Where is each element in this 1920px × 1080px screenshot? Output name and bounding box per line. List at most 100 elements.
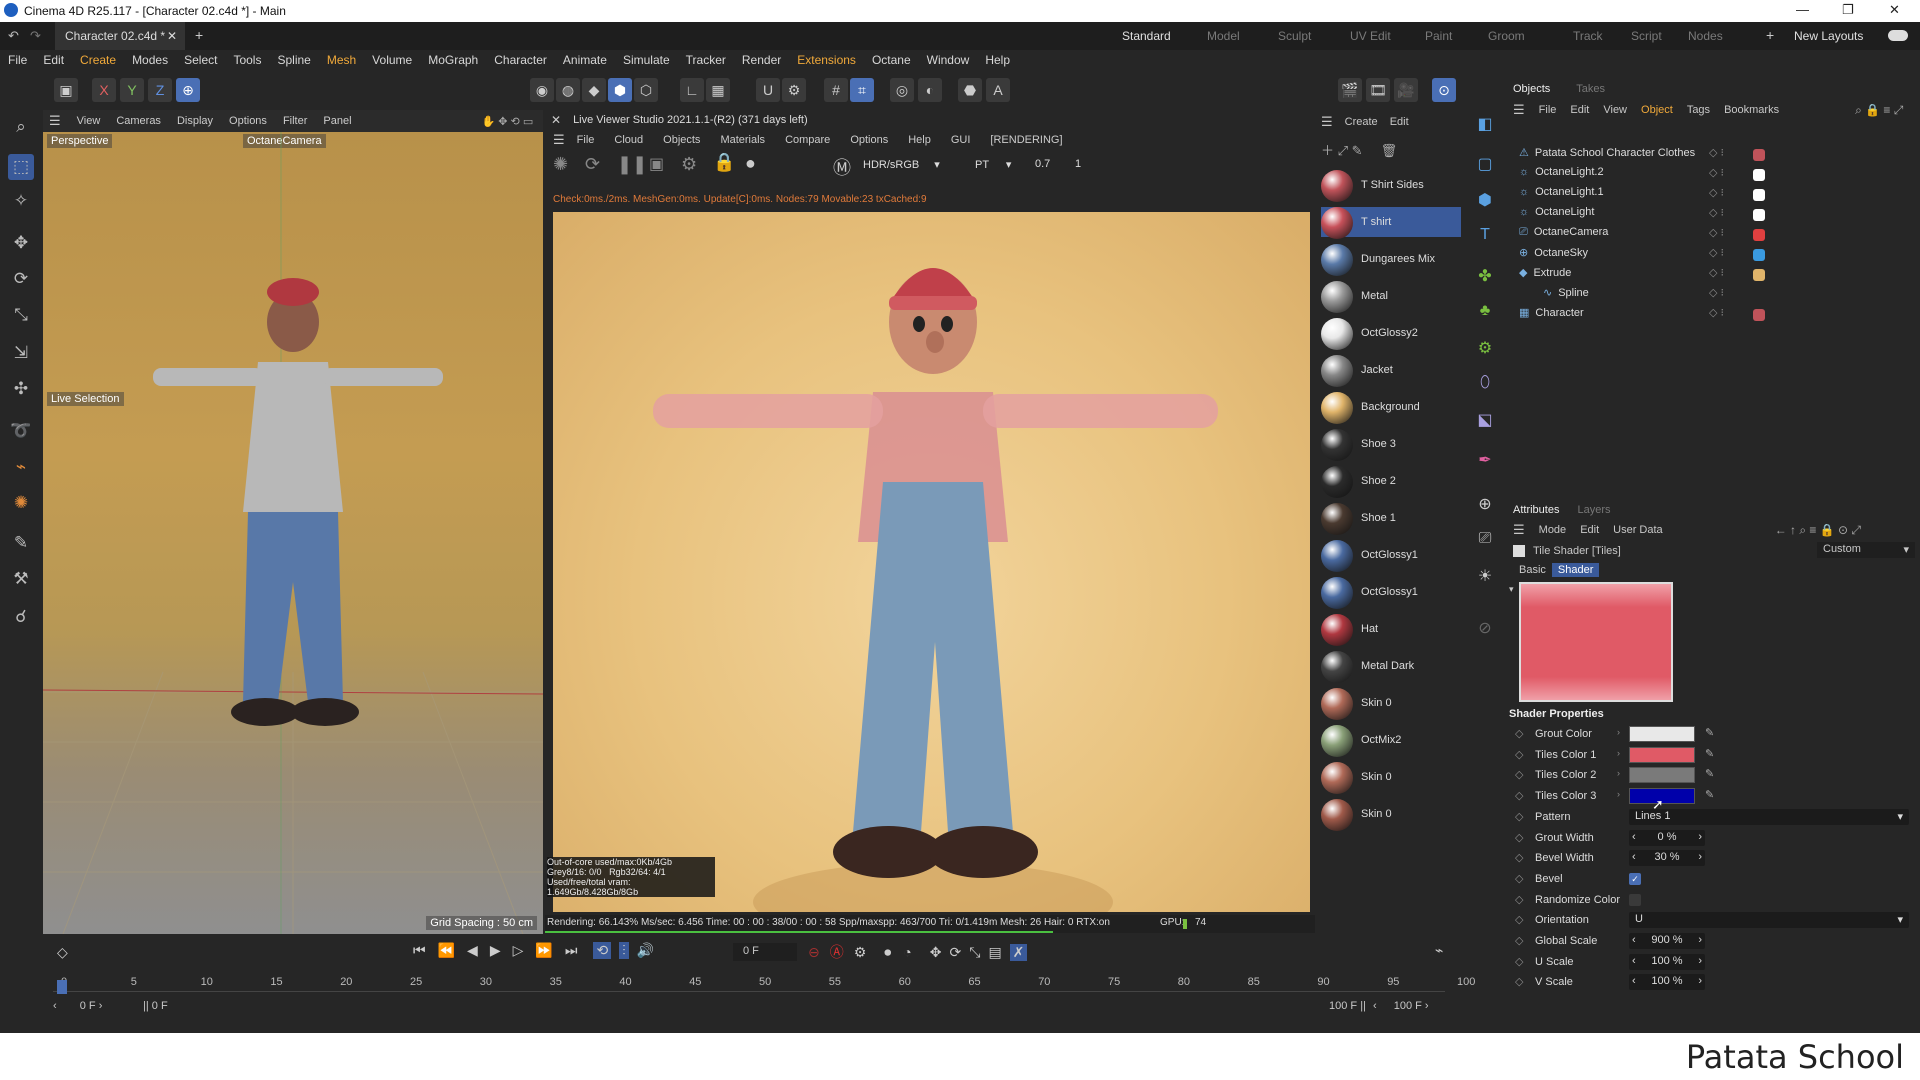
environment-icon[interactable]: ⊕ (1473, 494, 1497, 518)
scale-icon[interactable]: ⤡ (8, 302, 34, 328)
visibility-dots-icon[interactable]: ◇ ⁝ (1709, 286, 1724, 299)
texture-mode-icon[interactable]: ▦ (706, 78, 730, 102)
tab-layers[interactable]: Layers (1577, 504, 1610, 516)
layout-tab-sculpt[interactable]: Sculpt (1278, 29, 1311, 43)
visibility-dots-icon[interactable]: ◇ ⁝ (1709, 206, 1724, 219)
light-icon[interactable]: ☀ (1473, 566, 1497, 590)
object-menu-object[interactable]: Object (1641, 104, 1673, 116)
workplane-icon[interactable]: # (824, 78, 848, 102)
exposure-field[interactable]: 0.7 (1035, 158, 1050, 170)
render-view-icon[interactable]: 🎬 (1338, 78, 1362, 102)
object-tag[interactable] (1753, 249, 1765, 261)
object-row[interactable]: ▦ Character ◇ ⁝ (1519, 306, 1915, 326)
magnet-icon[interactable]: ⌁ (8, 454, 34, 480)
live-selection-icon[interactable]: ⬚ (8, 154, 34, 180)
prev-frame-icon[interactable]: ◀ (467, 942, 478, 959)
color-swatch[interactable] (1629, 767, 1695, 784)
object-menu-file[interactable]: File (1539, 104, 1557, 116)
material-item[interactable]: Shoe 2 (1321, 466, 1461, 498)
material-menu-create[interactable]: Create (1345, 116, 1378, 128)
layout-tab-model[interactable]: Model (1207, 29, 1240, 43)
paint-icon[interactable]: ✺ (8, 490, 34, 516)
record-icon[interactable]: ⊖ (808, 944, 820, 961)
next-frame-icon[interactable]: ▷ (513, 942, 524, 959)
collapse-icon[interactable]: ▾ (1509, 584, 1514, 595)
property-number-field[interactable]: ‹ 100 % › (1629, 953, 1705, 970)
menu-file[interactable]: File (8, 53, 27, 67)
cloner-icon[interactable]: ♣ (1473, 302, 1497, 326)
object-menu-icon[interactable]: ☰ (1513, 102, 1525, 118)
object-row[interactable]: ⚠ Patata School Character Clothes ◇ ⁝ (1519, 146, 1915, 166)
param-icon-4[interactable]: ▤ (988, 944, 1001, 961)
close-icon[interactable]: ✕ (1889, 2, 1900, 18)
keyframe-icon[interactable]: ◇ (57, 944, 68, 961)
object-search-icons[interactable]: ⌕ 🔒 ≡ ⤢ (1855, 103, 1903, 118)
octane-render-image[interactable] (553, 212, 1310, 912)
octane-menu-icon[interactable]: ☰ (553, 132, 565, 148)
rotate-icon[interactable]: ⟳ (8, 266, 34, 292)
undo-icon[interactable]: ↶ (8, 28, 19, 44)
menu-volume[interactable]: Volume (372, 53, 412, 67)
viewport-menu-cameras[interactable]: Cameras (116, 115, 161, 127)
menu-create[interactable]: Create (80, 53, 116, 67)
param-icon-3[interactable]: ⤡ (969, 944, 980, 961)
object-menu-tags[interactable]: Tags (1687, 104, 1710, 116)
grid-snap-icon[interactable]: ⌗ (850, 78, 874, 102)
fields-icon[interactable]: ⬕ (1473, 410, 1497, 434)
symmetry-icon[interactable]: ◐ (918, 78, 942, 102)
object-tag[interactable] (1753, 209, 1765, 221)
text-icon[interactable]: T (1473, 226, 1497, 250)
octane-close-icon[interactable]: ✕ (551, 113, 561, 127)
object-tag[interactable] (1753, 189, 1765, 201)
animate-diamond-icon[interactable]: ◇ (1515, 975, 1523, 988)
material-item[interactable]: Shoe 1 (1321, 503, 1461, 535)
color-swatch[interactable] (1629, 746, 1695, 763)
visibility-dots-icon[interactable]: ◇ ⁝ (1709, 246, 1724, 259)
material-item[interactable]: Background (1321, 392, 1461, 424)
attribute-menu-mode[interactable]: Mode (1539, 524, 1567, 536)
layout-tab-script[interactable]: Script (1631, 29, 1662, 43)
eyedropper-icon[interactable]: ✎ (1705, 788, 1714, 801)
points-mode-icon[interactable]: ◉ (530, 78, 554, 102)
add-layout-icon[interactable]: + (1766, 27, 1774, 43)
param-icon-1[interactable]: ✥ (930, 944, 942, 961)
lasso-icon[interactable]: ➰ (8, 418, 34, 444)
decrement-icon[interactable]: ‹ (1632, 975, 1636, 987)
object-row[interactable]: ∿ Spline ◇ ⁝ (1543, 286, 1915, 306)
color-swatch[interactable] (1629, 726, 1695, 742)
menu-edit[interactable]: Edit (43, 53, 64, 67)
property-number-field[interactable]: ‹ 30 % › (1629, 850, 1705, 867)
animate-diamond-icon[interactable]: ◇ (1515, 789, 1523, 802)
visibility-dots-icon[interactable]: ◇ ⁝ (1709, 266, 1724, 279)
visibility-dots-icon[interactable]: ◇ ⁝ (1709, 166, 1724, 179)
menu-help[interactable]: Help (985, 53, 1010, 67)
menu-spline[interactable]: Spline (277, 53, 310, 67)
material-item[interactable]: T Shirt Sides (1321, 170, 1461, 202)
subtab-basic[interactable]: Basic (1513, 563, 1552, 577)
material-menu-icon[interactable]: ☰ (1321, 114, 1333, 130)
material-toolbar-icons[interactable]: ＋ ⤢ ✎ 🗑 (1321, 140, 1397, 159)
visibility-dots-icon[interactable]: ◇ ⁝ (1709, 146, 1724, 159)
lock-icon[interactable]: ⬣ (958, 78, 982, 102)
octane-menu-help[interactable]: Help (908, 134, 931, 146)
property-checkbox[interactable] (1629, 893, 1641, 906)
range-start[interactable]: ‹ 0 F › (53, 1000, 102, 1012)
bend-icon[interactable]: ⬯ (1473, 374, 1497, 398)
menu-tracker[interactable]: Tracker (686, 53, 726, 67)
viewport-nav-icons[interactable]: ✋ ✥ ⟲ ▭ (482, 115, 534, 128)
prev-key-icon[interactable]: ⏪ (438, 942, 455, 959)
viewport-menu-icon[interactable]: ☰ (49, 113, 61, 129)
keyframe-settings-icon[interactable]: ⚙ (854, 944, 867, 961)
increment-icon[interactable]: › (1698, 975, 1702, 987)
material-item[interactable]: Skin 0 (1321, 762, 1461, 794)
material-item[interactable]: OctGlossy1 (1321, 540, 1461, 572)
menu-mograph[interactable]: MoGraph (428, 53, 478, 67)
object-row[interactable]: ⊕ OctaneSky ◇ ⁝ (1519, 246, 1915, 266)
param-icon-2[interactable]: ⟳ (950, 944, 962, 961)
cube-icon[interactable]: ⬢ (1473, 190, 1497, 214)
animate-diamond-icon[interactable]: ◇ (1515, 810, 1523, 823)
menu-render[interactable]: Render (742, 53, 781, 67)
axis-y-button[interactable]: Y (120, 78, 144, 102)
go-end-icon[interactable]: ⏭ (565, 942, 578, 959)
object-menu-view[interactable]: View (1603, 104, 1627, 116)
